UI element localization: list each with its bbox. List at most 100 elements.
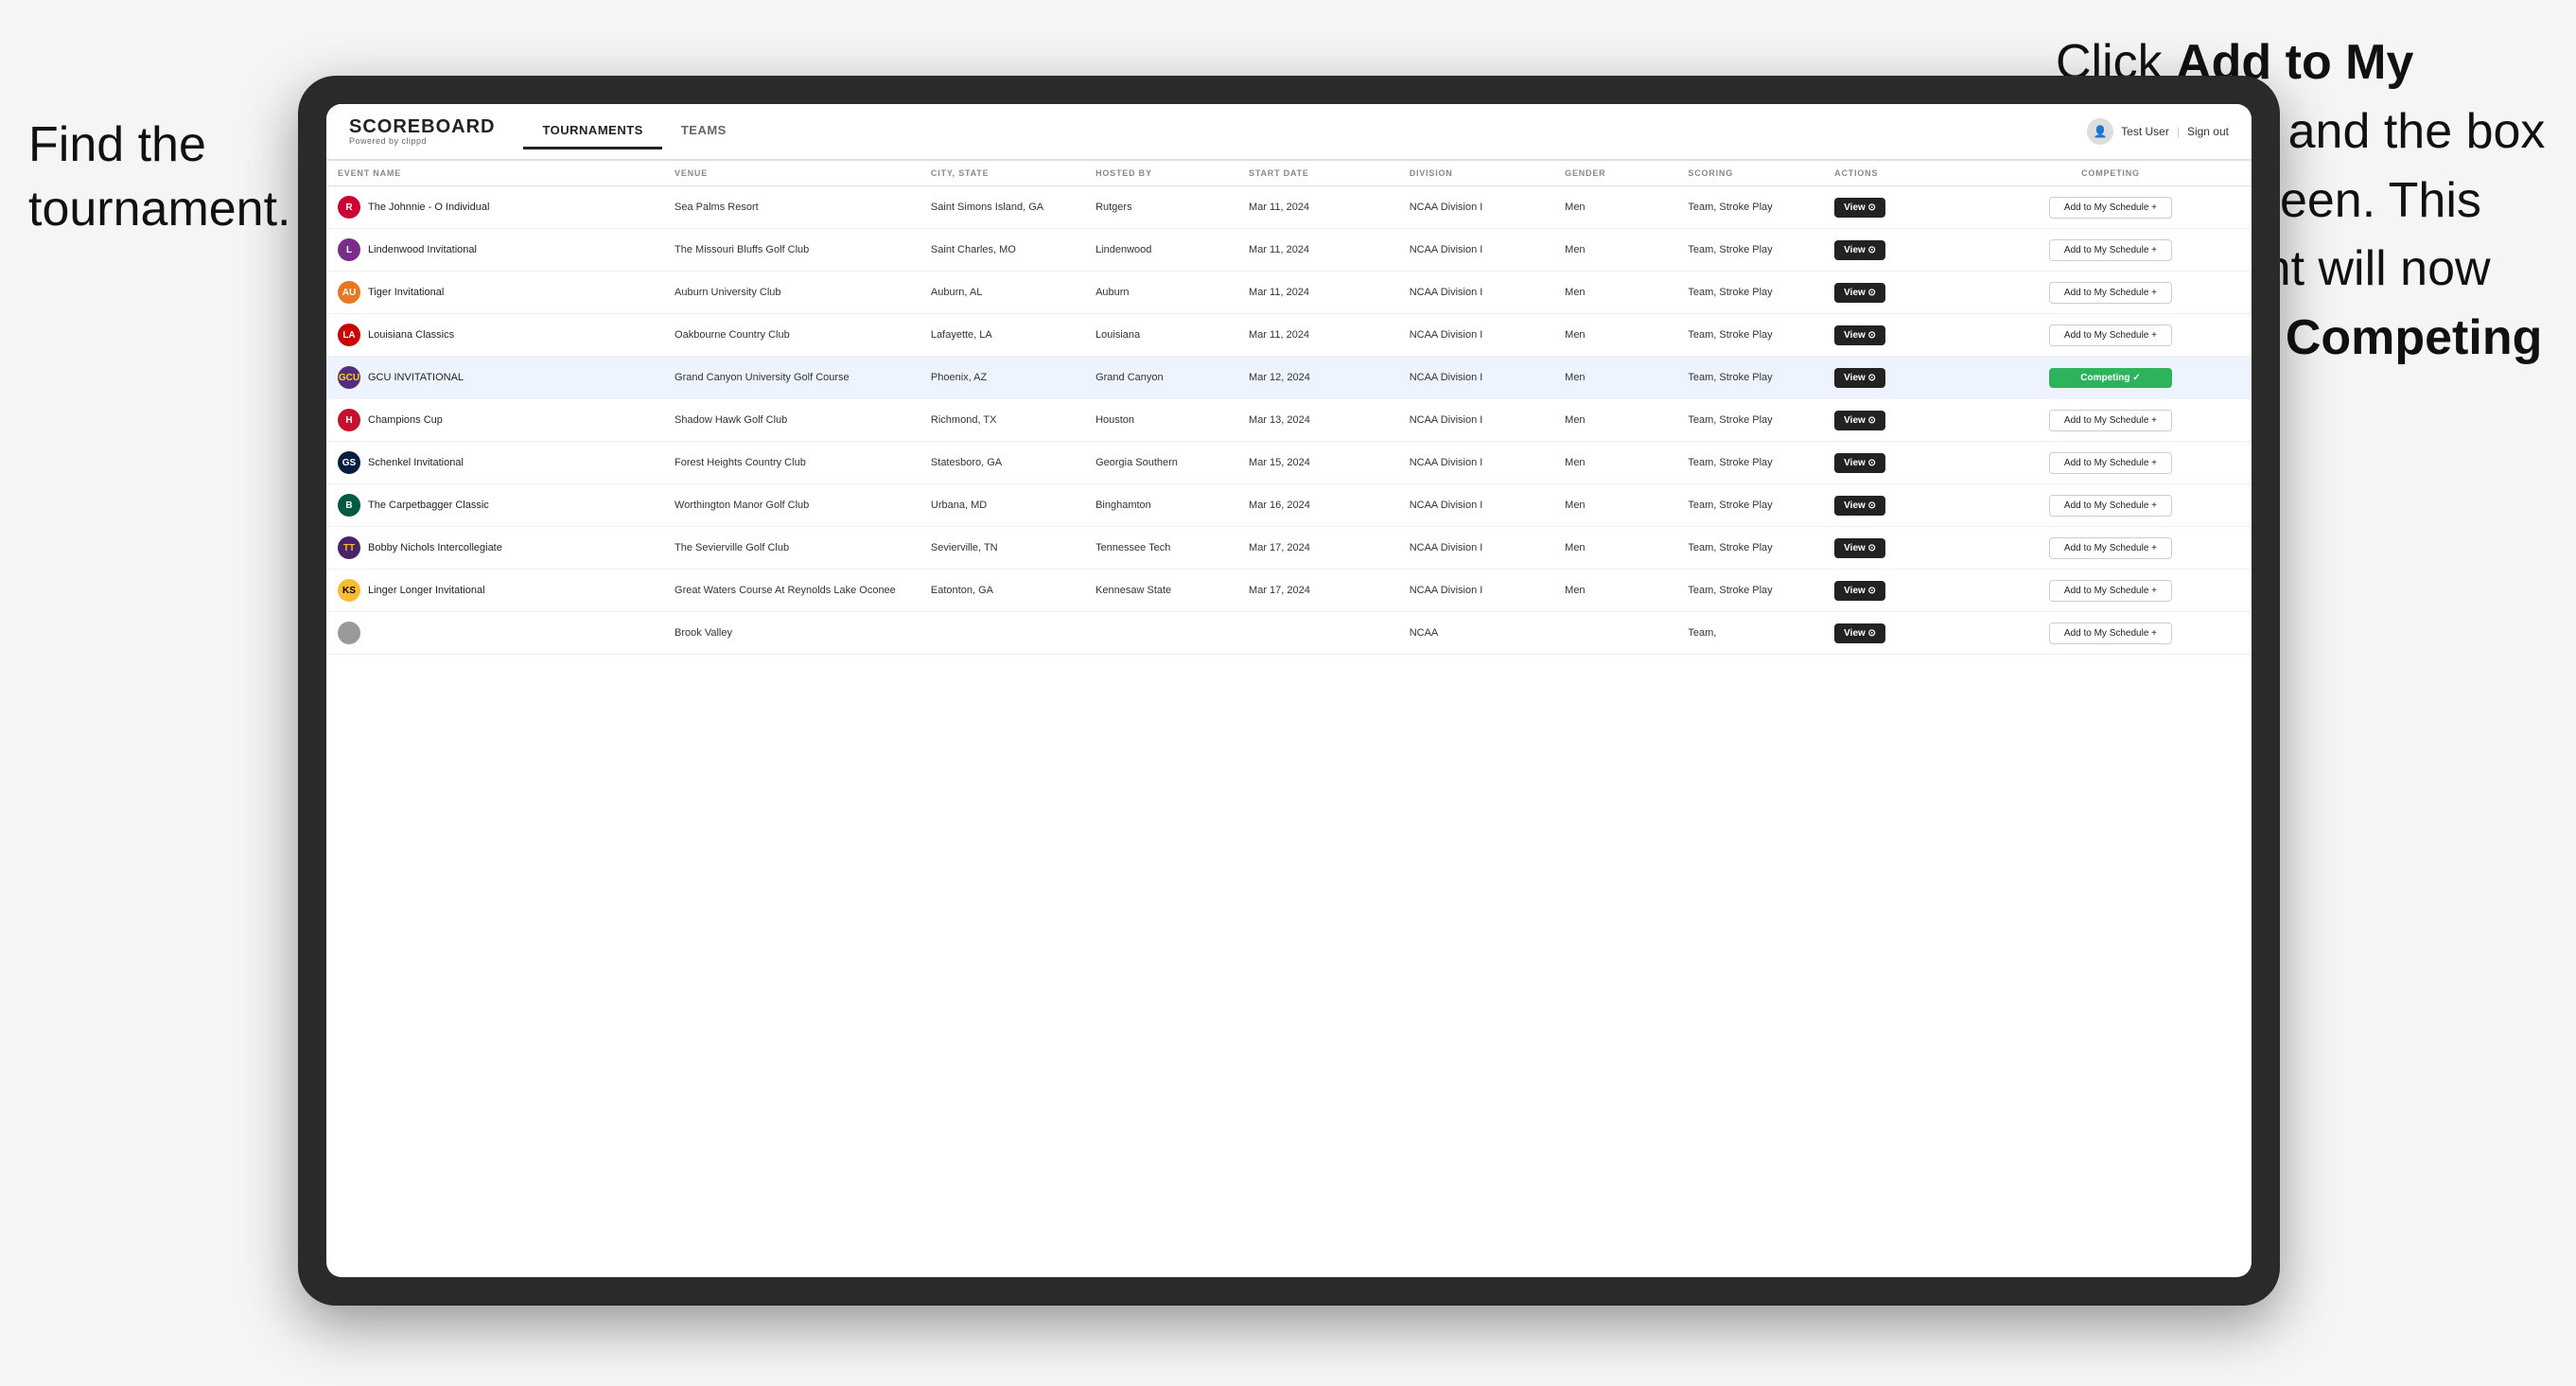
add-to-schedule-button[interactable]: Add to My Schedule + [2049, 623, 2172, 644]
col-header-event-name: EVENT NAME [326, 161, 663, 186]
view-button[interactable]: View ⊙ [1834, 240, 1885, 260]
division-cell: NCAA Division I [1398, 570, 1553, 612]
team-logo: B [338, 494, 360, 517]
scoring-cell: Team, Stroke Play [1676, 357, 1823, 399]
table-row: KS Linger Longer Invitational Great Wate… [326, 570, 2252, 612]
tournaments-table: EVENT NAME VENUE CITY, STATE HOSTED BY S… [326, 161, 2252, 655]
table-row: L Lindenwood Invitational The Missouri B… [326, 229, 2252, 272]
city-state-cell: Auburn, AL [920, 272, 1084, 314]
tab-tournaments[interactable]: TOURNAMENTS [523, 114, 661, 149]
city-state-cell: Saint Simons Island, GA [920, 186, 1084, 229]
table-row: R The Johnnie - O Individual Sea Palms R… [326, 186, 2252, 229]
actions-cell: View ⊙ [1823, 272, 1970, 314]
city-state-cell: Eatonton, GA [920, 570, 1084, 612]
add-to-schedule-button[interactable]: Add to My Schedule + [2049, 325, 2172, 346]
event-name-text: The Johnnie - O Individual [368, 202, 489, 213]
actions-cell: View ⊙ [1823, 527, 1970, 570]
start-date-cell [1237, 612, 1398, 655]
competing-cell: Add to My Schedule + [1970, 186, 2252, 229]
team-logo: LA [338, 324, 360, 346]
event-name-text: GCU INVITATIONAL [368, 372, 464, 383]
event-name-cell: B The Carpetbagger Classic [326, 484, 663, 527]
team-logo: L [338, 238, 360, 261]
event-name-cell [326, 612, 663, 655]
event-name-cell: H Champions Cup [326, 399, 663, 442]
tab-teams[interactable]: TEAMS [662, 114, 745, 149]
add-to-schedule-button[interactable]: Add to My Schedule + [2049, 580, 2172, 602]
sign-out-link[interactable]: Sign out [2187, 125, 2229, 138]
logo-area: SCOREBOARD Powered by clippd [349, 117, 495, 146]
actions-cell: View ⊙ [1823, 357, 1970, 399]
table-row: AU Tiger Invitational Auburn University … [326, 272, 2252, 314]
venue-cell: Sea Palms Resort [663, 186, 920, 229]
venue-cell: Shadow Hawk Golf Club [663, 399, 920, 442]
hosted-by-cell: Kennesaw State [1084, 570, 1237, 612]
competing-cell: Add to My Schedule + [1970, 229, 2252, 272]
competing-button[interactable]: Competing ✓ [2049, 368, 2172, 388]
gender-cell: Men [1553, 442, 1676, 484]
team-logo: GS [338, 451, 360, 474]
event-name-cell: R The Johnnie - O Individual [326, 186, 663, 229]
hosted-by-cell: Georgia Southern [1084, 442, 1237, 484]
actions-cell: View ⊙ [1823, 612, 1970, 655]
venue-cell: Auburn University Club [663, 272, 920, 314]
competing-cell: Add to My Schedule + [1970, 484, 2252, 527]
gender-cell: Men [1553, 186, 1676, 229]
team-logo: TT [338, 536, 360, 559]
view-button[interactable]: View ⊙ [1834, 496, 1885, 516]
add-to-schedule-button[interactable]: Add to My Schedule + [2049, 197, 2172, 219]
start-date-cell: Mar 11, 2024 [1237, 229, 1398, 272]
actions-cell: View ⊙ [1823, 442, 1970, 484]
table-row: B The Carpetbagger Classic Worthington M… [326, 484, 2252, 527]
division-cell: NCAA Division I [1398, 272, 1553, 314]
add-to-schedule-button[interactable]: Add to My Schedule + [2049, 239, 2172, 261]
col-header-division: DIVISION [1398, 161, 1553, 186]
add-to-schedule-button[interactable]: Add to My Schedule + [2049, 452, 2172, 474]
division-cell: NCAA Division I [1398, 229, 1553, 272]
add-to-schedule-button[interactable]: Add to My Schedule + [2049, 495, 2172, 517]
competing-cell: Add to My Schedule + [1970, 612, 2252, 655]
city-state-cell: Richmond, TX [920, 399, 1084, 442]
team-logo: GCU [338, 366, 360, 389]
start-date-cell: Mar 11, 2024 [1237, 272, 1398, 314]
view-button[interactable]: View ⊙ [1834, 581, 1885, 601]
division-cell: NCAA Division I [1398, 484, 1553, 527]
event-name-text: Schenkel Invitational [368, 457, 464, 468]
scoring-cell: Team, Stroke Play [1676, 399, 1823, 442]
gender-cell: Men [1553, 229, 1676, 272]
view-button[interactable]: View ⊙ [1834, 368, 1885, 388]
view-button[interactable]: View ⊙ [1834, 325, 1885, 345]
user-avatar: 👤 [2087, 118, 2113, 145]
event-name-text: The Carpetbagger Classic [368, 500, 489, 511]
event-name-text: Champions Cup [368, 414, 443, 426]
event-name-cell: GS Schenkel Invitational [326, 442, 663, 484]
view-button[interactable]: View ⊙ [1834, 198, 1885, 218]
col-header-actions: ACTIONS [1823, 161, 1970, 186]
view-button[interactable]: View ⊙ [1834, 283, 1885, 303]
add-to-schedule-button[interactable]: Add to My Schedule + [2049, 282, 2172, 304]
competing-cell: Add to My Schedule + [1970, 527, 2252, 570]
scoring-cell: Team, Stroke Play [1676, 314, 1823, 357]
add-to-schedule-button[interactable]: Add to My Schedule + [2049, 410, 2172, 431]
venue-cell: Brook Valley [663, 612, 920, 655]
gender-cell: Men [1553, 527, 1676, 570]
gender-cell: Men [1553, 272, 1676, 314]
view-button[interactable]: View ⊙ [1834, 538, 1885, 558]
tablet-screen: SCOREBOARD Powered by clippd TOURNAMENTS… [326, 104, 2252, 1277]
view-button[interactable]: View ⊙ [1834, 453, 1885, 473]
actions-cell: View ⊙ [1823, 399, 1970, 442]
scoring-cell: Team, [1676, 612, 1823, 655]
event-name-cell: KS Linger Longer Invitational [326, 570, 663, 612]
team-logo: H [338, 409, 360, 431]
actions-cell: View ⊙ [1823, 229, 1970, 272]
tournaments-table-container[interactable]: EVENT NAME VENUE CITY, STATE HOSTED BY S… [326, 161, 2252, 1277]
add-to-schedule-button[interactable]: Add to My Schedule + [2049, 537, 2172, 559]
scoring-cell: Team, Stroke Play [1676, 484, 1823, 527]
city-state-cell: Urbana, MD [920, 484, 1084, 527]
view-button[interactable]: View ⊙ [1834, 623, 1885, 643]
header-right: 👤 Test User | Sign out [2087, 118, 2229, 145]
table-row: Brook ValleyNCAATeam,View ⊙Add to My Sch… [326, 612, 2252, 655]
view-button[interactable]: View ⊙ [1834, 411, 1885, 430]
competing-cell: Add to My Schedule + [1970, 399, 2252, 442]
event-name-cell: GCU GCU INVITATIONAL [326, 357, 663, 399]
